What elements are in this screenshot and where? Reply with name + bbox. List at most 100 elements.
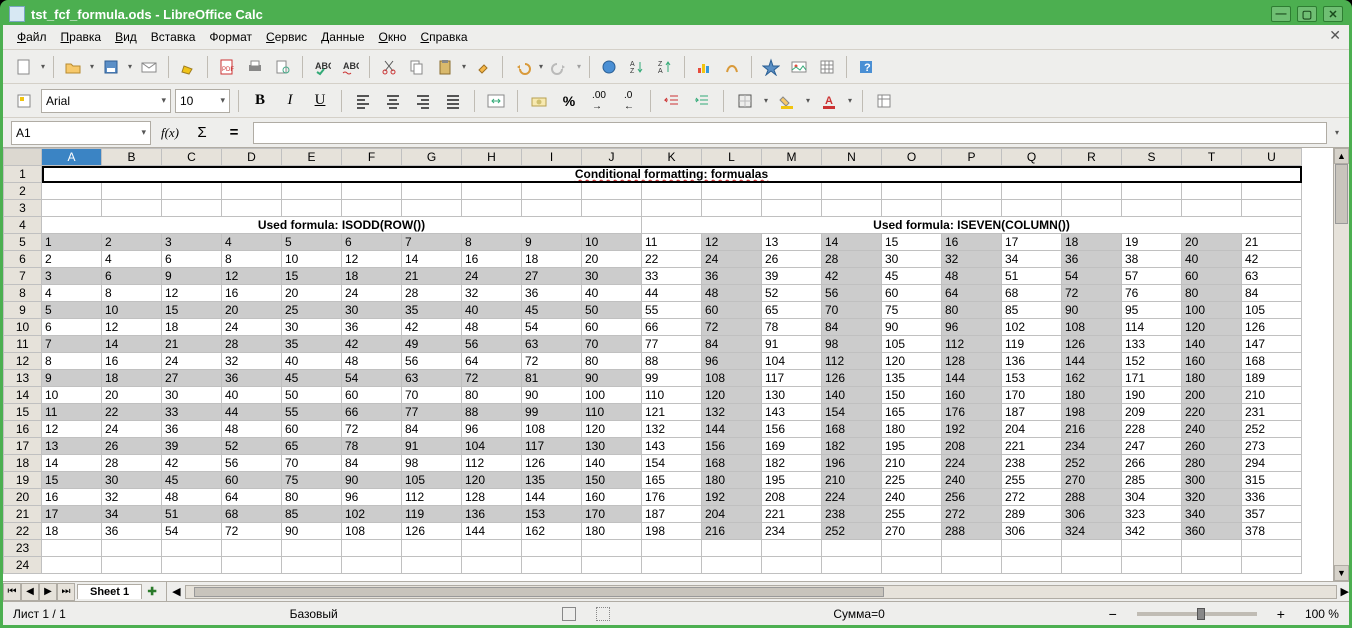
scroll-down-button[interactable]: ▼ [1334,565,1349,581]
cell-I12[interactable]: 72 [522,353,582,370]
cell-E6[interactable]: 10 [282,251,342,268]
cell-C24[interactable] [162,557,222,574]
cell-O8[interactable]: 60 [882,285,942,302]
cell-P2[interactable] [942,183,1002,200]
cell-L20[interactable]: 192 [702,489,762,506]
cell-E5[interactable]: 5 [282,234,342,251]
cell-R15[interactable]: 198 [1062,404,1122,421]
cell-P23[interactable] [942,540,1002,557]
cell-N10[interactable]: 84 [822,319,882,336]
cell-C2[interactable] [162,183,222,200]
cell-B21[interactable]: 34 [102,506,162,523]
cell-H18[interactable]: 112 [462,455,522,472]
cell-G23[interactable] [402,540,462,557]
cell-F16[interactable]: 72 [342,421,402,438]
row-header-6[interactable]: 6 [4,251,42,268]
cell-A5[interactable]: 1 [42,234,102,251]
cell-M18[interactable]: 182 [762,455,822,472]
cell-T20[interactable]: 320 [1182,489,1242,506]
name-box-input[interactable] [16,126,137,140]
cell-D5[interactable]: 4 [222,234,282,251]
cell-H2[interactable] [462,183,522,200]
cell-D19[interactable]: 60 [222,472,282,489]
cell-M8[interactable]: 52 [762,285,822,302]
cell-A6[interactable]: 2 [42,251,102,268]
titlebar[interactable]: tst_fcf_formula.ods - LibreOffice Calc —… [3,3,1349,25]
cell-I7[interactable]: 27 [522,268,582,285]
cell-U21[interactable]: 357 [1242,506,1302,523]
cell-F9[interactable]: 30 [342,302,402,319]
cell-P18[interactable]: 224 [942,455,1002,472]
cell-L19[interactable]: 180 [702,472,762,489]
column-header-H[interactable]: H [462,149,522,166]
hyperlink-button[interactable] [596,54,622,80]
cell-A8[interactable]: 4 [42,285,102,302]
save-button[interactable] [98,54,124,80]
cell-D2[interactable] [222,183,282,200]
column-header-O[interactable]: O [882,149,942,166]
cell-K9[interactable]: 55 [642,302,702,319]
cell-J6[interactable]: 20 [582,251,642,268]
chart-button[interactable] [691,54,717,80]
cell-T7[interactable]: 60 [1182,268,1242,285]
cell-J15[interactable]: 110 [582,404,642,421]
cell-H7[interactable]: 24 [462,268,522,285]
column-header-N[interactable]: N [822,149,882,166]
cell-B23[interactable] [102,540,162,557]
column-header-I[interactable]: I [522,149,582,166]
cell-M15[interactable]: 143 [762,404,822,421]
cell-P22[interactable]: 288 [942,523,1002,540]
row-header-2[interactable]: 2 [4,183,42,200]
column-header-L[interactable]: L [702,149,762,166]
cell-M22[interactable]: 234 [762,523,822,540]
cell-M11[interactable]: 91 [762,336,822,353]
cell-N19[interactable]: 210 [822,472,882,489]
cell-G14[interactable]: 70 [402,387,462,404]
column-header-K[interactable]: K [642,149,702,166]
cell-I22[interactable]: 162 [522,523,582,540]
row-header-3[interactable]: 3 [4,200,42,217]
cell-T3[interactable] [1182,200,1242,217]
menu-edit[interactable]: Правка [55,28,108,46]
cell-P6[interactable]: 32 [942,251,1002,268]
cell-K23[interactable] [642,540,702,557]
cell-E12[interactable]: 40 [282,353,342,370]
cell-E15[interactable]: 55 [282,404,342,421]
cell-U22[interactable]: 378 [1242,523,1302,540]
cell-K7[interactable]: 33 [642,268,702,285]
cell-M5[interactable]: 13 [762,234,822,251]
cell-I14[interactable]: 90 [522,387,582,404]
cell-D18[interactable]: 56 [222,455,282,472]
cell-F3[interactable] [342,200,402,217]
right-formula-header[interactable]: Used formula: ISEVEN(COLUMN()) [642,217,1302,234]
cell-M19[interactable]: 195 [762,472,822,489]
formula-input[interactable] [253,122,1327,144]
add-decimal-button[interactable]: .00→ [586,88,612,114]
cell-A23[interactable] [42,540,102,557]
tab-prev-button[interactable]: ◀ [21,583,39,601]
cell-N20[interactable]: 224 [822,489,882,506]
cell-D22[interactable]: 72 [222,523,282,540]
cell-G12[interactable]: 56 [402,353,462,370]
cell-P13[interactable]: 144 [942,370,1002,387]
cell-A2[interactable] [42,183,102,200]
column-header-Q[interactable]: Q [1002,149,1062,166]
cell-O18[interactable]: 210 [882,455,942,472]
cell-F17[interactable]: 78 [342,438,402,455]
cell-P3[interactable] [942,200,1002,217]
cell-P10[interactable]: 96 [942,319,1002,336]
cell-G17[interactable]: 91 [402,438,462,455]
cell-K5[interactable]: 11 [642,234,702,251]
cell-O11[interactable]: 105 [882,336,942,353]
cell-Q3[interactable] [1002,200,1062,217]
cell-R12[interactable]: 144 [1062,353,1122,370]
cell-C20[interactable]: 48 [162,489,222,506]
cell-A21[interactable]: 17 [42,506,102,523]
cell-H9[interactable]: 40 [462,302,522,319]
menu-tools[interactable]: Сервис [260,28,313,46]
cell-G16[interactable]: 84 [402,421,462,438]
cell-A14[interactable]: 10 [42,387,102,404]
cell-N15[interactable]: 154 [822,404,882,421]
cell-E13[interactable]: 45 [282,370,342,387]
cell-K18[interactable]: 154 [642,455,702,472]
